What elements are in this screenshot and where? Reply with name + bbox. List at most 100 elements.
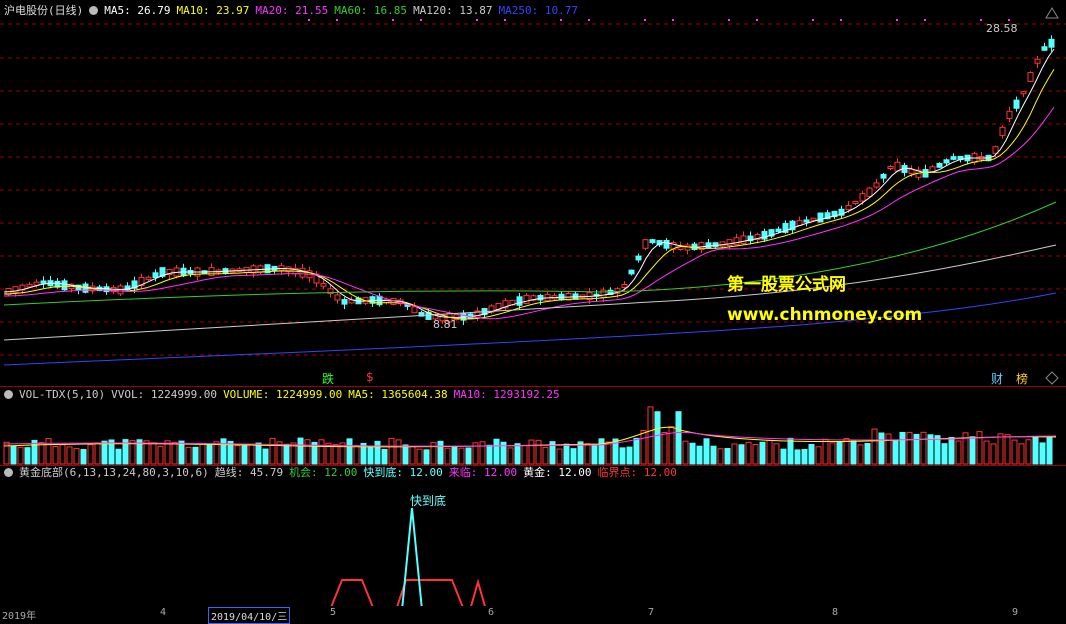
date-label-5: 7 — [648, 607, 655, 618]
volume-bar — [948, 437, 955, 465]
volume-bar — [94, 442, 101, 465]
marker-dot — [588, 19, 590, 21]
volume-bar — [647, 406, 654, 465]
volume-bar — [990, 443, 997, 465]
date-label-7: 9 — [1012, 607, 1019, 618]
volume-bar — [535, 439, 542, 465]
low-price-label: 8.81 — [433, 318, 458, 331]
date-label-selected[interactable]: 2019/04/10/三 — [208, 607, 291, 624]
volume-bar — [45, 438, 52, 465]
volume-bar — [976, 431, 983, 465]
volume-bar — [416, 448, 423, 465]
volume-bar — [451, 446, 458, 465]
volume-bar — [10, 445, 17, 465]
volume-bar — [920, 431, 927, 465]
volume-bar — [773, 443, 780, 465]
volume-bar — [556, 448, 563, 465]
volume-bar — [997, 433, 1004, 465]
volume-bar — [255, 442, 262, 465]
candle — [334, 294, 341, 301]
volume-bar — [717, 448, 724, 465]
volume-bar — [654, 411, 661, 465]
candle — [726, 239, 733, 247]
volume-bar — [794, 449, 801, 465]
diamond-marker-icon — [1045, 371, 1059, 385]
volume-bar — [59, 444, 66, 465]
volume-bar — [241, 445, 248, 465]
volume-bar — [570, 448, 577, 465]
volume-bar — [465, 447, 472, 465]
candle — [635, 255, 642, 261]
volume-bar — [458, 447, 465, 465]
volume-bar — [479, 441, 486, 465]
candle — [40, 280, 47, 284]
marker-dot — [644, 19, 646, 21]
candle — [922, 169, 929, 178]
volume-bar — [633, 437, 640, 465]
date-label-6: 8 — [832, 607, 839, 618]
date-label-1: 4 — [160, 607, 167, 618]
volume-bar — [1004, 434, 1011, 465]
candle — [950, 156, 957, 160]
volume-bar — [626, 446, 633, 465]
volume-bar — [787, 437, 794, 465]
marker-dot — [560, 19, 562, 21]
event-tag-fall[interactable]: 跌 — [322, 370, 334, 387]
watermark-url: www.chnmoney.com — [727, 305, 923, 325]
up-arrow-icon — [1045, 7, 1059, 19]
marker-dot — [392, 19, 394, 21]
volume-bar — [367, 446, 374, 465]
volume-bar — [766, 439, 773, 465]
volume-bar — [402, 444, 409, 465]
volume-bar — [1018, 443, 1025, 465]
candle — [642, 239, 649, 249]
volume-bar — [1025, 439, 1032, 465]
volume-bar — [843, 438, 850, 465]
watermark-title: 第一股票公式网 — [727, 275, 846, 295]
volume-bar — [689, 442, 696, 465]
candle — [411, 306, 418, 314]
date-label-3: 5 — [330, 607, 337, 618]
event-tag-board[interactable]: 榜 — [1016, 370, 1028, 387]
volume-bar — [486, 444, 493, 465]
volume-bar — [1032, 436, 1039, 465]
volume-bar — [213, 441, 220, 465]
candle — [810, 217, 817, 221]
event-tag-dollar[interactable]: $ — [366, 370, 374, 384]
volume-bar — [696, 445, 703, 465]
event-tag-finance[interactable]: 财 — [991, 370, 1003, 387]
volume-bar — [87, 444, 94, 465]
volume-bar — [234, 445, 241, 465]
candle — [145, 276, 152, 280]
volume-bar — [269, 437, 276, 465]
volume-bar — [374, 440, 381, 465]
volume-bar — [1011, 439, 1018, 465]
ma120-line — [3, 244, 1057, 341]
volume-bar — [353, 445, 360, 465]
volume-bar — [591, 444, 598, 465]
volume-bar — [1039, 442, 1046, 465]
marker-dot — [672, 19, 674, 21]
volume-bar — [584, 443, 591, 465]
volume-bar — [206, 444, 213, 465]
candle — [1027, 72, 1034, 82]
volume-bar — [199, 443, 206, 465]
volume-bar — [899, 431, 906, 465]
candle — [1041, 46, 1048, 51]
volume-bar — [738, 444, 745, 465]
marker-dot — [980, 19, 982, 21]
volume-bar — [752, 444, 759, 465]
volume-bar — [73, 448, 80, 465]
marker-dot — [896, 19, 898, 21]
volume-bar — [444, 447, 451, 465]
volume-bar — [514, 443, 521, 465]
volume-bar — [220, 438, 227, 465]
marker-dot — [308, 19, 310, 21]
volume-bar — [101, 440, 108, 465]
volume-bar — [864, 443, 871, 465]
marker-dot — [1008, 19, 1010, 21]
candle — [1013, 99, 1020, 109]
candle — [628, 269, 635, 275]
volume-bar — [815, 446, 822, 465]
date-label-4: 6 — [488, 607, 495, 618]
